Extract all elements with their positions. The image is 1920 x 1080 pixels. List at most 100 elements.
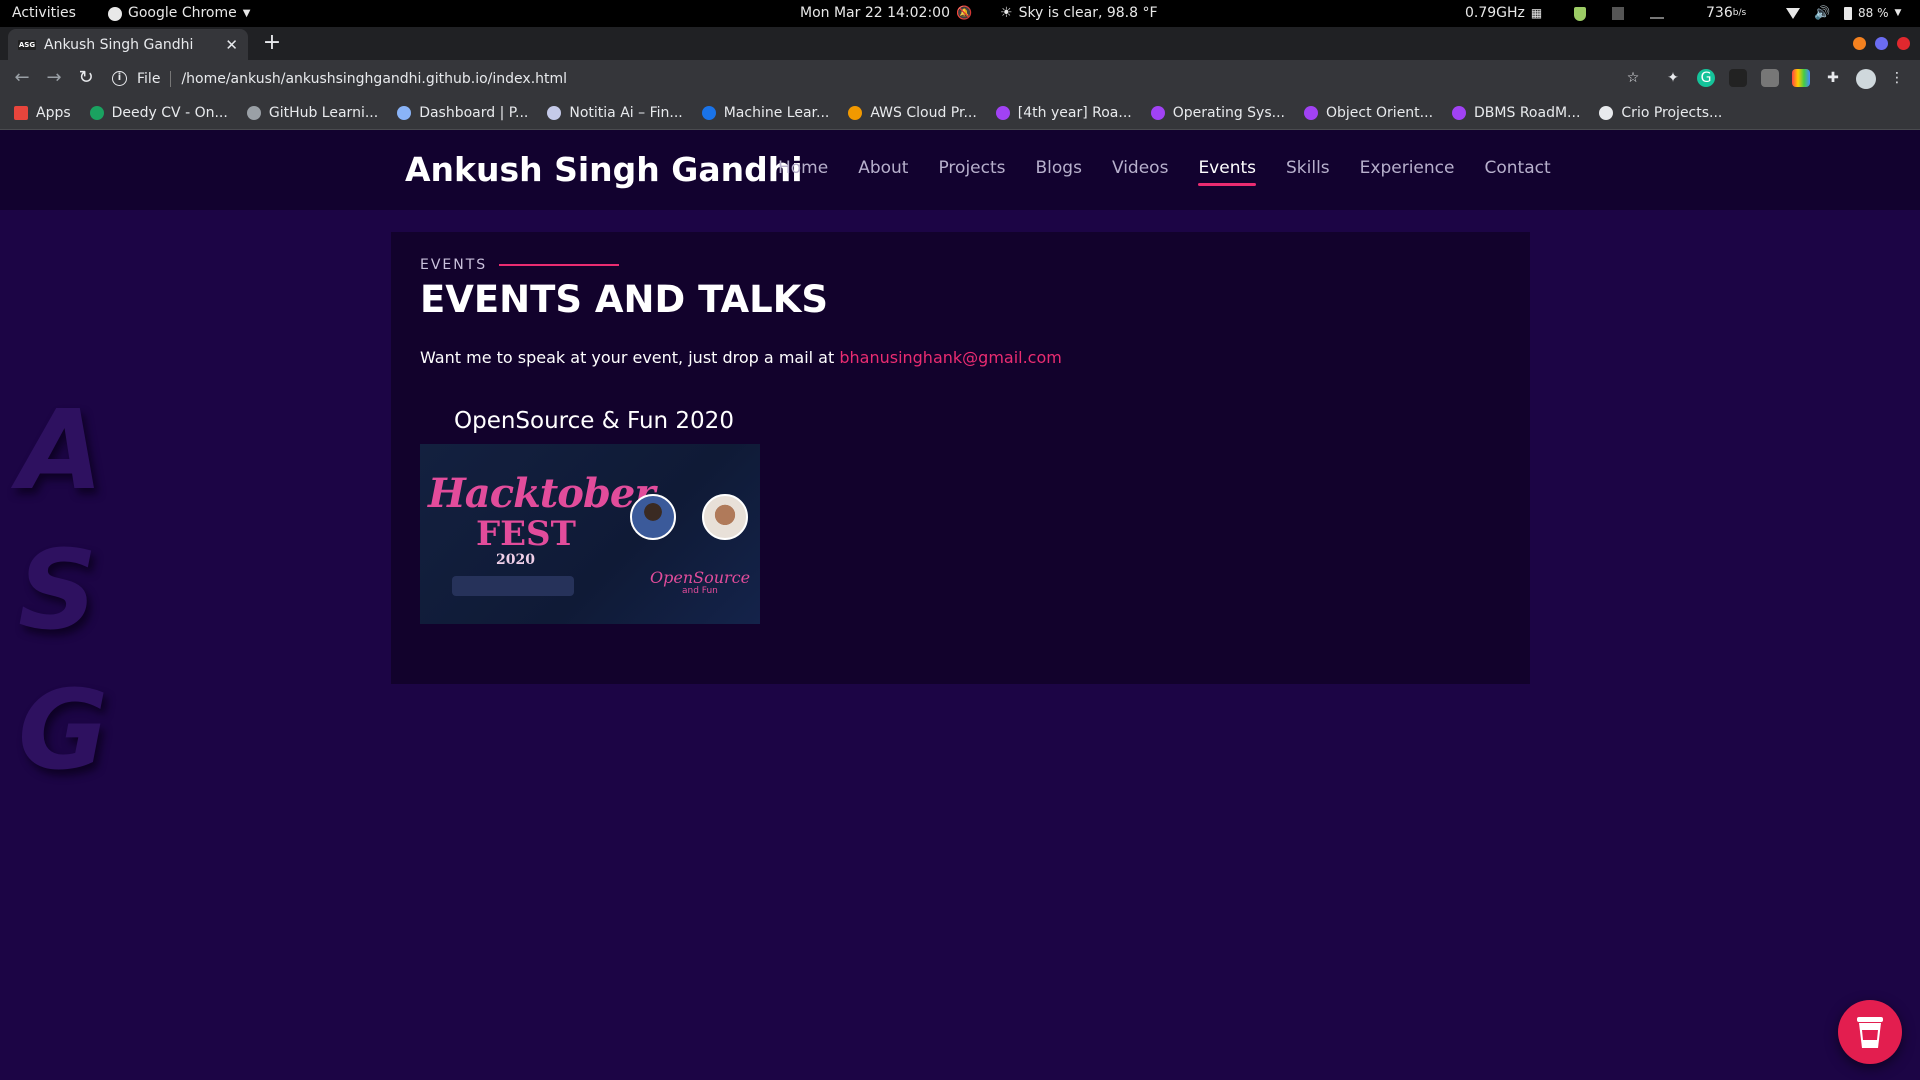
app-menu[interactable]: Google Chrome ▼	[108, 0, 250, 27]
bookmark-label: Operating Sys...	[1172, 105, 1285, 121]
app-name: Google Chrome	[128, 5, 237, 21]
speaker-avatar	[702, 494, 748, 540]
bookmark-label: GitHub Learni...	[268, 105, 379, 121]
puzzle-icon[interactable]: ✚	[1824, 69, 1842, 87]
bookmark-label: Dashboard | P...	[419, 105, 529, 121]
nav-link-about[interactable]: About	[858, 158, 908, 178]
bookmark-star-icon[interactable]: ☆	[1624, 69, 1642, 87]
bookmark-item[interactable]: AWS Cloud Pr...	[848, 105, 977, 121]
site-header: Ankush Singh Gandhi Home About Projects Blo…	[0, 130, 1920, 210]
bookmark-item[interactable]: GitHub Learni...	[246, 105, 379, 121]
bookmark-item[interactable]: Crio Projects...	[1599, 105, 1722, 121]
bookmark-item[interactable]: DBMS RoadM...	[1452, 105, 1580, 121]
bookmark-item[interactable]: Notitia Ai – Fin...	[547, 105, 683, 121]
nav-link-events[interactable]: Events	[1198, 158, 1256, 186]
cpu-indicator[interactable]: 0.79GHz ▦	[1465, 0, 1542, 27]
tab-favicon: ASG	[18, 39, 36, 50]
email-link[interactable]: bhanusinghank@gmail.com	[839, 348, 1062, 367]
color-picker-icon[interactable]	[1792, 69, 1810, 87]
bookmarks-bar: Apps Deedy CV - On... GitHub Learni... Dash…	[0, 97, 1920, 130]
chevron-down-icon: ▼	[1894, 8, 1902, 18]
chrome-icon	[108, 6, 122, 21]
minimize-button[interactable]	[1853, 37, 1866, 50]
web-page: Ankush Singh Gandhi Home About Projects Blo…	[0, 130, 1920, 1080]
grammarly-icon[interactable]: G	[1697, 69, 1715, 87]
extension-page-icon[interactable]	[1761, 69, 1779, 87]
nav-link-experience[interactable]: Experience	[1360, 158, 1455, 178]
battery-indicator[interactable]: 88 % ▼	[1844, 0, 1901, 27]
battery-icon	[1844, 7, 1852, 20]
nav-link-skills[interactable]: Skills	[1286, 158, 1330, 178]
bookmark-label: Notitia Ai – Fin...	[569, 105, 683, 121]
tray-icon[interactable]	[1650, 0, 1664, 27]
hacktoberfest-year-text: 2020	[496, 552, 535, 568]
bookmark-item[interactable]: Deedy CV - On...	[89, 105, 228, 121]
bookmark-favicon-icon	[397, 106, 412, 120]
section-title: EVENTS AND TALKS	[420, 278, 829, 321]
bookmark-item[interactable]: Machine Lear...	[701, 105, 829, 121]
reload-icon[interactable]: ↻	[74, 66, 98, 90]
section-label-line	[499, 264, 620, 266]
bookmark-item[interactable]: Operating Sys...	[1150, 105, 1285, 121]
volume-icon[interactable]: 🔊	[1814, 0, 1830, 27]
bookmark-item[interactable]: [4th year] Roa...	[995, 105, 1132, 121]
url-text[interactable]: /home/ankush/ankushsinghgandhi.github.io…	[181, 71, 567, 87]
kebab-menu-icon[interactable]: ⋮	[1888, 69, 1906, 87]
bookmark-item[interactable]: Dashboard | P...	[397, 105, 528, 121]
browser-toolbar: ← → ↻ i File /home/ankush/ankushsinghgan…	[0, 60, 1920, 97]
clock[interactable]: Mon Mar 22 14:02:00 🔕	[800, 0, 972, 27]
sponsor-bar	[452, 576, 574, 596]
cpu-text: 0.79GHz	[1465, 5, 1525, 21]
bookmark-item[interactable]: Apps	[14, 105, 71, 121]
bookmark-favicon-icon	[1599, 106, 1614, 120]
site-brand[interactable]: Ankush Singh Gandhi	[405, 150, 803, 189]
hacktoberfest-fest-text: FEST	[476, 514, 576, 554]
nav-link-blogs[interactable]: Blogs	[1036, 158, 1082, 178]
extension-dark-icon[interactable]	[1729, 69, 1747, 87]
bookmark-label: Deedy CV - On...	[111, 105, 228, 121]
forward-arrow-icon[interactable]: →	[42, 66, 66, 90]
event-thumbnail[interactable]: Hacktober FEST 2020 OpenSource and Fun	[420, 444, 760, 624]
system-top-bar: Activities Google Chrome ▼ Mon Mar 22 14…	[0, 0, 1920, 27]
nav-link-home[interactable]: Home	[778, 158, 828, 178]
events-section: EVENTS EVENTS AND TALKS Want me to speak…	[391, 232, 1530, 684]
back-arrow-icon[interactable]: ←	[10, 66, 34, 90]
maximize-button[interactable]	[1875, 37, 1888, 50]
wifi-icon[interactable]	[1786, 0, 1800, 27]
bookmark-favicon-icon	[89, 106, 104, 120]
close-window-button[interactable]	[1897, 37, 1910, 50]
section-desc-text: Want me to speak at your event, just dro…	[420, 348, 840, 367]
bookmark-label: Crio Projects...	[1621, 105, 1723, 121]
section-label-text: EVENTS	[420, 257, 488, 273]
browser-tab[interactable]: ASG Ankush Singh Gandhi ✕	[8, 29, 248, 60]
datetime-text: Mon Mar 22 14:02:00	[800, 5, 950, 21]
profile-avatar[interactable]	[1856, 69, 1876, 89]
network-speed[interactable]: 736 b/s	[1706, 0, 1746, 27]
buy-me-a-coffee-button[interactable]	[1838, 1000, 1902, 1064]
shield-icon[interactable]	[1574, 0, 1586, 27]
sun-icon: ☀	[1000, 5, 1013, 21]
info-icon[interactable]: i	[112, 71, 127, 86]
bookmark-label: [4th year] Roa...	[1017, 105, 1132, 121]
clipboard-icon[interactable]	[1612, 0, 1624, 27]
bookmark-label: Apps	[36, 105, 71, 121]
new-tab-button[interactable]: +	[260, 31, 284, 55]
event-title: OpenSource & Fun 2020	[454, 408, 734, 434]
opensource-sub-text: and Fun	[682, 586, 718, 596]
bookmark-label: AWS Cloud Pr...	[870, 105, 977, 121]
activities-label: Activities	[12, 5, 76, 21]
nav-link-contact[interactable]: Contact	[1484, 158, 1550, 178]
weather-text: Sky is clear, 98.8 °F	[1018, 5, 1158, 21]
bookmark-item[interactable]: Object Orient...	[1303, 105, 1433, 121]
nav-link-videos[interactable]: Videos	[1112, 158, 1169, 178]
battery-text: 88 %	[1858, 6, 1889, 20]
address-bar[interactable]: i File /home/ankush/ankushsinghgandhi.gi…	[112, 64, 1642, 93]
extension-bird-icon[interactable]: ✦	[1664, 69, 1682, 87]
chevron-down-icon: ▼	[242, 8, 251, 19]
close-icon[interactable]: ✕	[225, 36, 238, 54]
nav-link-projects[interactable]: Projects	[938, 158, 1005, 178]
activities-button[interactable]: Activities	[12, 0, 76, 27]
bookmark-favicon-icon	[1303, 106, 1318, 120]
weather-indicator[interactable]: ☀ Sky is clear, 98.8 °F	[1000, 0, 1158, 27]
bookmark-favicon-icon	[1150, 106, 1165, 120]
